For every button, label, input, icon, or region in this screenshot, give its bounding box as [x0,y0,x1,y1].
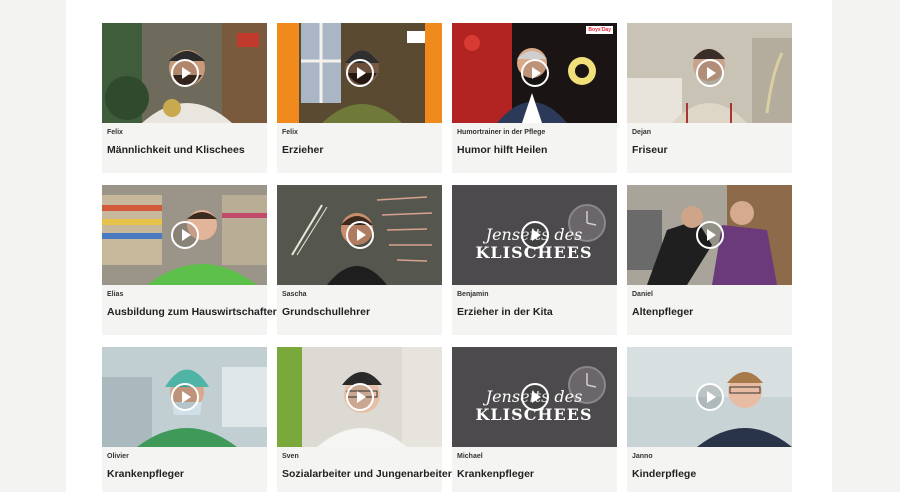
video-label: Felix [107,129,123,136]
video-label: Janno [632,453,653,460]
video-title[interactable]: Krankenpfleger [107,467,262,481]
video-grid: Felix Männlichkeit und Klischees Felix E… [66,0,832,492]
video-title[interactable]: Altenpfleger [632,305,787,319]
video-card[interactable]: Felix Erzieher [277,23,442,173]
video-thumbnail[interactable] [102,185,267,285]
play-icon[interactable] [170,59,199,87]
video-card[interactable]: Elias Ausbildung zum Hauswirtschafter [102,185,277,335]
video-title[interactable]: Ausbildung zum Hauswirtschafter [107,305,277,319]
video-thumbnail[interactable] [277,185,442,285]
video-card[interactable]: Boys'Day Humortrainer in der Pflege Humo… [452,23,617,173]
video-card[interactable]: Janno Kinderpflege [627,347,792,492]
video-thumbnail[interactable] [627,185,792,285]
boysday-badge: Boys'Day [586,26,613,34]
play-icon[interactable] [520,221,549,249]
video-card[interactable]: Sascha Grundschullehrer [277,185,442,335]
video-label: Olivier [107,453,129,460]
video-thumbnail[interactable] [627,23,792,123]
play-icon[interactable] [170,221,199,249]
video-title[interactable]: Kinderpflege [632,467,787,481]
play-icon[interactable] [345,221,374,249]
play-icon[interactable] [695,59,724,87]
play-icon[interactable] [345,59,374,87]
video-label: Humortrainer in der Pflege [457,129,546,136]
play-icon[interactable] [170,383,199,411]
video-thumbnail[interactable] [627,347,792,447]
play-icon[interactable] [520,59,549,87]
video-label: Michael [457,453,483,460]
video-label: Benjamin [457,291,489,298]
video-card[interactable]: Jenseits des KLISCHEES Michael Krankenpf… [452,347,617,492]
video-label: Elias [107,291,124,298]
video-title[interactable]: Grundschullehrer [282,305,437,319]
video-thumbnail[interactable] [102,23,267,123]
video-card[interactable]: Olivier Krankenpfleger [102,347,267,492]
video-title[interactable]: Erzieher [282,143,437,157]
video-card[interactable]: Daniel Altenpfleger [627,185,792,335]
video-title[interactable]: Krankenpfleger [457,467,612,481]
video-thumbnail[interactable] [277,23,442,123]
video-thumbnail[interactable]: Jenseits des KLISCHEES [452,347,617,447]
video-card[interactable]: Felix Männlichkeit und Klischees [102,23,267,173]
play-icon[interactable] [520,383,549,411]
play-icon[interactable] [695,383,724,411]
video-thumbnail[interactable] [102,347,267,447]
video-label: Sascha [282,291,307,298]
video-card[interactable]: Dejan Friseur [627,23,792,173]
video-title[interactable]: Männlichkeit und Klischees [107,143,262,157]
video-card[interactable]: Jenseits des KLISCHEES Benjamin Erzieher… [452,185,617,335]
video-title[interactable]: Friseur [632,143,787,157]
video-label: Daniel [632,291,654,298]
play-icon[interactable] [695,221,724,249]
video-label: Sven [282,453,299,460]
video-title[interactable]: Sozialarbeiter und Jungenarbeiter [282,467,452,481]
video-card[interactable]: Sven Sozialarbeiter und Jungenarbeiter [277,347,452,492]
video-title[interactable]: Humor hilft Heilen [457,143,612,157]
video-title[interactable]: Erzieher in der Kita [457,305,612,319]
video-thumbnail[interactable]: Boys'Day [452,23,617,123]
video-thumbnail[interactable] [277,347,442,447]
video-thumbnail[interactable]: Jenseits des KLISCHEES [452,185,617,285]
video-label: Felix [282,129,298,136]
video-label: Dejan [632,129,652,136]
play-icon[interactable] [345,383,374,411]
